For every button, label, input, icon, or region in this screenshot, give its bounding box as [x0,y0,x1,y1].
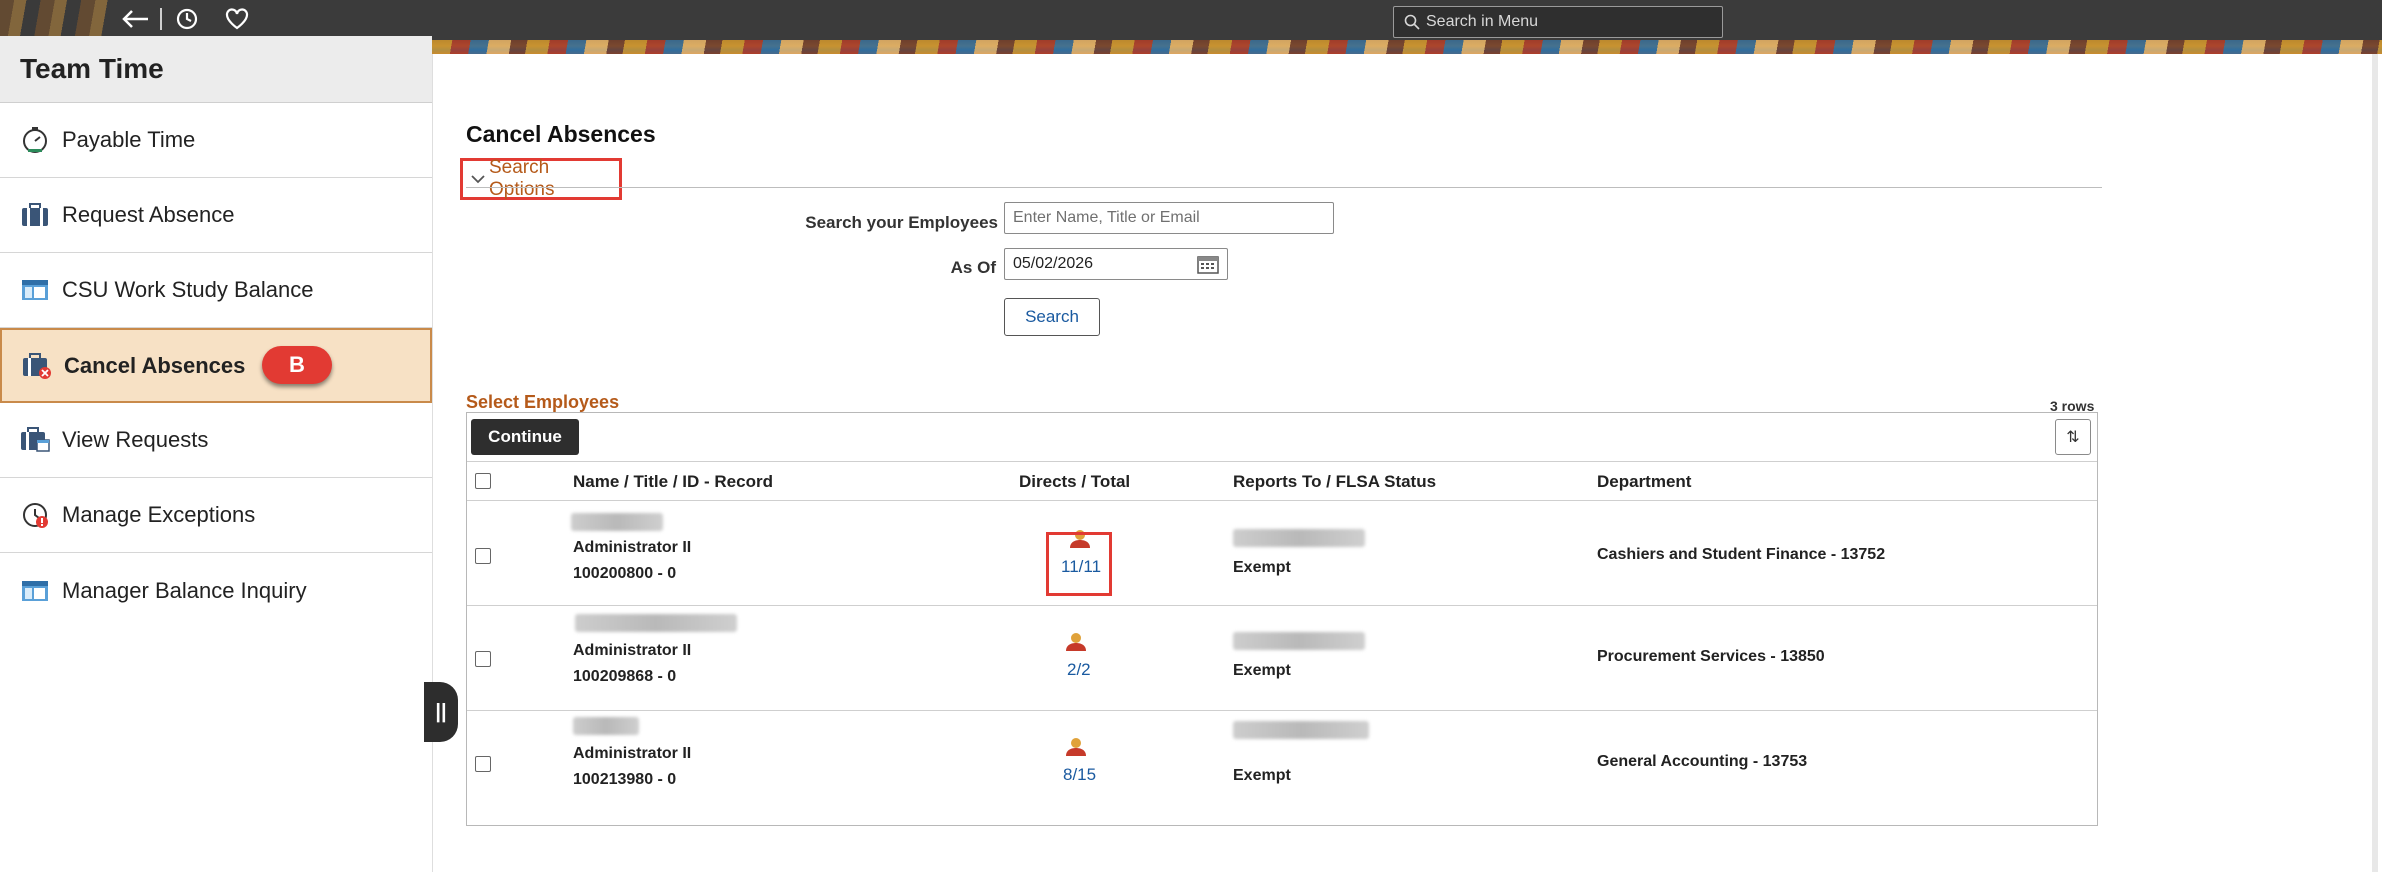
section-divider [466,187,2102,188]
direct-reports-icon[interactable] [1065,632,1087,657]
flsa-status: Exempt [1233,662,1291,679]
sidebar-item-cancel-absences[interactable]: Cancel Absences B [0,328,432,403]
department: Cashiers and Student Finance - 13752 [1597,546,1886,563]
redacted-reports-to [1233,529,1365,547]
history-icon[interactable] [162,2,212,36]
table-row[interactable]: Administrator II 100213980 - 0 8/15 Exem… [467,711,2097,815]
flsa-status: Exempt [1233,767,1291,784]
row-checkbox[interactable] [475,756,491,772]
search-options-toggle[interactable]: Search Options [460,157,622,200]
sidebar-item-csu-work-study-balance[interactable]: CSU Work Study Balance [0,253,432,328]
table-icon [20,275,50,305]
page-title: Cancel Absences [466,121,656,147]
select-employees-title: Select Employees [466,392,620,412]
redacted-reports-to [1233,721,1369,739]
sidebar-item-label: View Requests [62,427,209,452]
column-header-reports-to[interactable]: Reports To / FLSA Status [1233,472,1436,492]
briefcase-cancel-icon [22,351,52,381]
chevron-down-icon [471,171,485,187]
table-row[interactable]: Administrator II 100200800 - 0 11/11 Exe… [467,501,2097,606]
employees-grid: Continue ⇅ Name / Title / ID - Record Di… [466,412,2098,826]
redacted-employee-name [575,614,737,632]
banner-pattern [430,40,2382,54]
employee-title: Administrator II [573,539,692,556]
employee-title: Administrator II [573,642,692,659]
search-employees-placeholder: Enter Name, Title or Email [1013,209,1200,226]
grid-toolbar: Continue ⇅ [467,413,2097,462]
header-nav-icons [110,2,262,36]
sidebar-item-request-absence[interactable]: Request Absence [0,178,432,253]
as-of-date-value: 05/02/2026 [1013,255,1094,272]
row-checkbox[interactable] [475,548,491,564]
redacted-employee-name [571,513,663,531]
row-checkbox[interactable] [475,651,491,667]
redacted-reports-to [1233,632,1365,650]
sidebar-item-view-requests[interactable]: View Requests [0,403,432,478]
sidebar-item-label: Request Absence [62,202,235,227]
sidebar-item-label: CSU Work Study Balance [62,277,314,302]
search-button[interactable]: Search [1004,298,1100,336]
favorites-icon[interactable] [212,2,262,36]
calendar-icon[interactable] [1197,254,1219,279]
table-icon [20,576,50,606]
direct-reports-icon[interactable] [1065,737,1087,762]
as-of-label: As Of [950,258,996,277]
sort-button[interactable]: ⇅ [2055,419,2091,455]
menu-search-placeholder: Search in Menu [1426,13,1539,30]
search-employees-label: Search your Employees [805,213,998,232]
column-header-name[interactable]: Name / Title / ID - Record [573,472,773,492]
exception-clock-icon [20,500,50,530]
briefcase-icon [20,200,50,230]
directs-total-link[interactable]: 2/2 [1067,660,1091,680]
employee-id: 100209868 - 0 [573,668,677,685]
sidebar-title: Team Time [0,36,432,103]
select-all-checkbox[interactable] [475,473,491,489]
column-header-directs[interactable]: Directs / Total [1019,472,1130,492]
table-row[interactable]: Administrator II 100209868 - 0 2/2 Exemp… [467,606,2097,711]
drag-handle-icon: || [435,700,447,723]
sidebar-lower-area [110,640,433,872]
menu-search-input[interactable]: Search in Menu [1393,6,1723,38]
panel-divider [432,54,433,872]
briefcase-calendar-icon [20,425,50,455]
highlight-annotation [1046,532,1112,596]
step-badge: B [262,346,332,384]
employee-title: Administrator II [573,745,692,762]
sort-icon: ⇅ [2066,429,2080,446]
sidebar-item-label: Cancel Absences [64,352,246,378]
as-of-date-field[interactable]: 05/02/2026 [1004,248,1228,280]
flsa-status: Exempt [1233,559,1291,576]
sidebar-item-label: Payable Time [62,127,196,152]
sidebar: Team Time Payable Time Request Absence C… [0,36,432,636]
sidebar-item-manager-balance-inquiry[interactable]: Manager Balance Inquiry [0,553,432,628]
search-icon [1404,14,1420,30]
sidebar-item-label: Manager Balance Inquiry [62,577,307,603]
stopwatch-icon [20,125,50,155]
sidebar-item-manage-exceptions[interactable]: Manage Exceptions [0,478,432,553]
department: Procurement Services - 13850 [1597,648,1825,665]
column-header-department[interactable]: Department [1597,472,1691,492]
department: General Accounting - 13753 [1597,753,1808,770]
banner-pattern-left [0,0,110,40]
page-scrollbar[interactable] [2372,54,2378,872]
sidebar-item-payable-time[interactable]: Payable Time [0,103,432,178]
sidebar-item-label: Manage Exceptions [62,502,256,527]
grid-header: Name / Title / ID - Record Directs / Tot… [467,462,2097,501]
employee-id: 100200800 - 0 [573,565,677,582]
continue-button[interactable]: Continue [471,419,579,455]
collapse-panel-handle[interactable]: || [424,682,458,742]
search-employees-input[interactable]: Enter Name, Title or Email [1004,202,1334,234]
employee-id: 100213980 - 0 [573,771,677,788]
search-options-label: Search Options [489,157,555,200]
directs-total-link[interactable]: 8/15 [1063,765,1096,785]
back-arrow-icon[interactable] [110,2,160,36]
redacted-employee-name [573,717,639,735]
